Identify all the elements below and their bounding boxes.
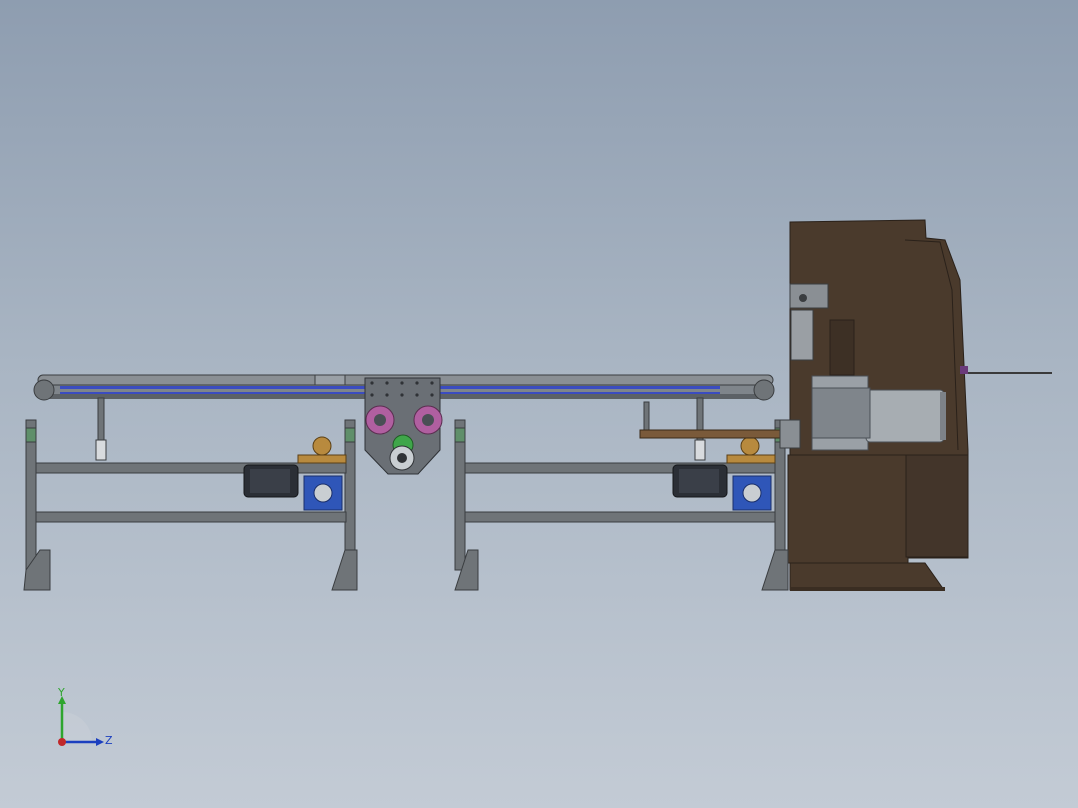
feed-wheel-left-hub [374, 414, 386, 426]
left-bearing[interactable] [312, 436, 332, 456]
right-gearbox-shaft [742, 483, 762, 503]
right-rail-lower[interactable] [464, 511, 776, 523]
press-motor-body[interactable] [865, 389, 945, 443]
triad-z-label: Z [105, 734, 113, 747]
center-drive-bracket[interactable] [364, 377, 443, 475]
belt-joint-plate [314, 374, 346, 386]
right-post-accent-1 [454, 427, 466, 443]
left-bearing-block [297, 454, 347, 464]
drive-pulley-hub [397, 453, 407, 463]
right-hanger [643, 401, 650, 433]
left-post-accent-1 [25, 427, 37, 443]
right-shaft-collar [779, 419, 801, 449]
left-rail-upper[interactable] [35, 462, 347, 474]
press-tool-block[interactable] [789, 283, 829, 309]
press-tool-bolt [799, 294, 807, 302]
triad-quadrant [62, 712, 92, 742]
press-foot[interactable] [789, 562, 945, 591]
belt-end-roller-right[interactable] [753, 379, 775, 401]
press-motor-cap [940, 392, 946, 440]
left-post-accent-2 [344, 427, 356, 443]
triad-z-arrow [96, 738, 104, 746]
press-output-rod [960, 372, 1052, 374]
right-bearing-block [726, 454, 776, 464]
left-gearbox-shaft [313, 483, 333, 503]
right-rail-upper[interactable] [464, 462, 776, 474]
right-bearing[interactable] [740, 436, 760, 456]
press-lower-base[interactable] [787, 454, 909, 564]
assembly-model[interactable] [0, 0, 1078, 808]
press-output-tab [960, 366, 968, 374]
view-triad[interactable]: Y Z [48, 686, 118, 756]
triad-origin [58, 738, 66, 746]
press-motor-flange [811, 387, 871, 439]
right-support-spring [694, 439, 706, 461]
right-drive-shaft[interactable] [639, 429, 781, 439]
cad-viewport[interactable]: Y Z [0, 0, 1078, 808]
triad-y-label: Y [57, 686, 65, 699]
press-lower-block[interactable] [905, 454, 969, 558]
press-guide-plate[interactable] [790, 309, 814, 361]
press-foot-plate [790, 587, 945, 591]
press-slot [829, 319, 855, 376]
feed-wheel-right-hub [422, 414, 434, 426]
left-support-spring [95, 439, 107, 461]
left-rail-lower[interactable] [35, 511, 347, 523]
belt-end-roller-left[interactable] [33, 379, 55, 401]
right-motor-fins [679, 469, 719, 493]
right-foot-inner [761, 549, 789, 591]
left-foot-inner [331, 549, 358, 591]
left-motor-fins [250, 469, 290, 493]
